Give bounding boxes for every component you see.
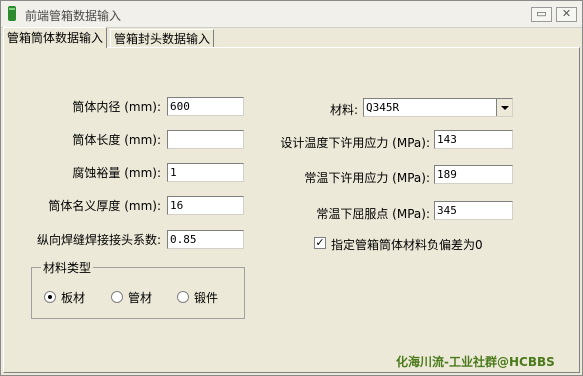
radio-forging[interactable] [177,291,189,303]
window-title: 前端管箱数据输入 [25,9,122,23]
inner-diameter-input[interactable]: 600 [167,97,244,116]
room-temp-yield-point-label: 常温下屈服点 (MPa): [316,207,430,221]
radio-plate-label: 板材 [61,291,86,305]
room-temp-yield-point-input[interactable]: 345 [434,201,513,220]
tab-head-data[interactable]: 管箱封头数据输入 [110,29,215,47]
inner-diameter-label: 筒体内径 (mm): [72,100,161,114]
negative-deviation-label: 指定管箱筒体材料负偏差为0 [331,238,483,252]
minimize-button[interactable]: ▭ [531,7,552,22]
room-temp-allowable-stress-input[interactable]: 189 [434,165,513,184]
watermark: 化海川流-工业社群@HCBBS [396,355,555,369]
radio-plate[interactable] [44,291,56,303]
tab-shell-data[interactable]: 管箱筒体数据输入 [3,27,108,48]
shell-length-label: 筒体长度 (mm): [72,133,161,147]
design-temp-allowable-stress-label: 设计温度下许用应力 (MPa): [280,136,430,150]
material-type-title: 材料类型 [41,259,94,276]
negative-deviation-checkbox[interactable]: ✓ [314,237,326,249]
corrosion-allowance-label: 腐蚀裕量 (mm): [72,166,161,180]
nominal-thickness-label: 筒体名义厚度 (mm): [48,199,161,213]
weld-joint-coefficient-label: 纵向焊缝焊接接头系数: [36,233,161,247]
nominal-thickness-input[interactable]: 16 [167,196,244,215]
radio-pipe[interactable] [111,291,123,303]
corrosion-allowance-input[interactable]: 1 [167,163,244,182]
app-icon [8,6,16,21]
room-temp-allowable-stress-label: 常温下许用应力 (MPa): [304,171,430,185]
design-temp-allowable-stress-input[interactable]: 143 [434,130,513,149]
radio-pipe-label: 管材 [128,291,153,305]
weld-joint-coefficient-input[interactable]: 0.85 [167,230,244,249]
material-select-value: Q345R [366,101,400,114]
close-button[interactable]: ✕ [556,7,577,22]
radio-forging-label: 锻件 [194,291,219,305]
chevron-down-icon[interactable] [496,99,512,116]
title-bar: 前端管箱数据输入 ▭ ✕ [1,1,582,28]
material-label: 材料: [329,103,358,117]
material-select[interactable]: Q345R [363,98,513,117]
shell-length-input[interactable] [167,130,244,149]
app-window: 前端管箱数据输入 ▭ ✕ 管箱筒体数据输入 管箱封头数据输入 筒体内径 (mm)… [0,0,583,376]
